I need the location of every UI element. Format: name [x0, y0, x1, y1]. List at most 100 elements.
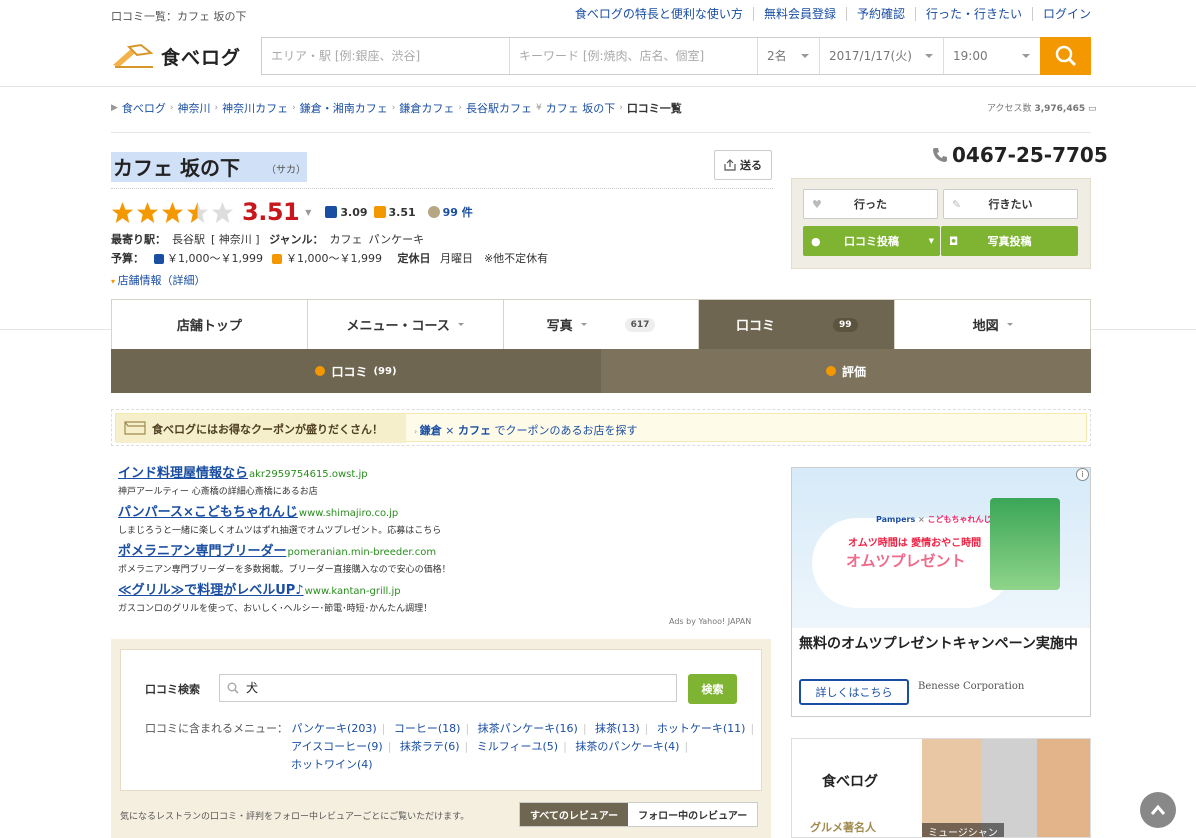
coupon-suffix[interactable]: でクーポンのあるお店を探す	[494, 424, 637, 437]
ad-info-icon[interactable]: i	[1076, 468, 1089, 481]
holiday-label: 定休日	[397, 252, 431, 265]
area-input[interactable]: エリア・駅 [例:銀座、渋谷]	[262, 38, 510, 74]
tabelog-logo[interactable]: 食べログ	[111, 41, 241, 71]
genre-value-2[interactable]: パンケーキ	[369, 233, 425, 246]
post-review-button[interactable]: ● 口コミ投稿 ▼	[803, 226, 940, 256]
banner2-caption: ミュージシャン	[922, 823, 1004, 837]
ad-url[interactable]: pomeranian.min-breeder.com	[287, 547, 436, 558]
station-value[interactable]: 長谷駅	[172, 233, 205, 246]
phone-value: 0467-25-7705	[952, 143, 1108, 167]
search-button[interactable]	[1040, 37, 1091, 75]
top-links: 食べログの特長と便利な使い方 無料会員登録 予約確認 行った・行きたい ログイン	[565, 7, 1091, 21]
filter-following-reviewers[interactable]: フォロー中のレビュアー	[628, 803, 758, 826]
menu-link[interactable]: パンケーキ(203)	[292, 722, 377, 735]
scroll-top-button[interactable]	[1140, 792, 1176, 828]
genre-value-1[interactable]: カフェ	[330, 233, 363, 246]
menu-link[interactable]: コーヒー(18)	[394, 722, 461, 735]
breadcrumb-item[interactable]: 長谷駅カフェ	[466, 100, 532, 116]
menu-link[interactable]: ミルフィーユ(5)	[477, 740, 558, 753]
post-photo-label: 写真投稿	[987, 235, 1032, 248]
menu-link[interactable]: 抹茶(13)	[595, 722, 640, 735]
coupon-genre[interactable]: カフェ	[458, 424, 491, 437]
coupon-banner[interactable]: 食べログにはお得なクーポンが盛りだくさん！ › 鎌倉 × カフェ でクーポンのあ…	[111, 409, 1091, 446]
coupon-area[interactable]: 鎌倉	[420, 424, 442, 437]
time-select[interactable]: 19:00	[944, 38, 1040, 74]
tab-menu[interactable]: メニュー・コース	[307, 300, 504, 349]
detail-link[interactable]: ▾ 店舗情報（詳細）	[111, 272, 1091, 288]
banner-ad-celebrity[interactable]: 食べログ グルメ著名人 ミュージシャン	[791, 738, 1091, 838]
breadcrumb-item[interactable]: 食べログ	[122, 100, 166, 116]
chevron-up-icon	[1150, 804, 1166, 815]
breadcrumb-item[interactable]: 神奈川	[178, 100, 211, 116]
date-select[interactable]: 2017/1/17(火)	[820, 38, 944, 74]
star-icon	[136, 201, 159, 223]
ad-title[interactable]: パンパース×こどもちゃれんじ	[118, 505, 298, 520]
link-went-want[interactable]: 行った・行きたい	[914, 7, 1032, 21]
ad-desc: しまじろうと一緒に楽しくオムツはずれ抽選でオムツプレゼント。応募はこちら	[118, 526, 442, 536]
keyword-input[interactable]: キーワード [例:焼肉、店名、個室]	[510, 38, 758, 74]
chevron-down-icon[interactable]: ▼	[305, 208, 311, 217]
review-search-input[interactable]: 犬	[219, 674, 677, 702]
ad-title[interactable]: ≪グリル≫で料理がレベルUP♪	[118, 583, 304, 598]
subtab-ratings[interactable]: 評価	[601, 349, 1091, 393]
menu-link[interactable]: ホットワイン(4)	[291, 758, 373, 771]
breadcrumb-chevron-icon: ›	[458, 103, 462, 113]
went-button[interactable]: ♥ 行った	[803, 189, 938, 219]
ad-item[interactable]: インド料理屋情報ならakr2959754615.owst.jp 神戸アールティー…	[118, 462, 778, 497]
ad-url[interactable]: akr2959754615.owst.jp	[249, 469, 368, 480]
review-search-button[interactable]: 検索	[688, 674, 737, 704]
coupon-times: ×	[445, 424, 455, 437]
link-login[interactable]: ログイン	[1031, 7, 1091, 21]
post-photo-button[interactable]: ◘ 写真投稿	[941, 226, 1078, 256]
breadcrumb-item[interactable]: 鎌倉カフェ	[399, 100, 454, 116]
menu-link[interactable]: 抹茶のパンケーキ(4)	[575, 740, 679, 753]
want-button[interactable]: ✎ 行きたい	[943, 189, 1078, 219]
top-bar: 口コミ一覧：カフェ 坂の下 食べログの特長と便利な使い方 無料会員登録 予約確認…	[111, 7, 1091, 24]
menu-link[interactable]: アイスコーヒー(9)	[291, 740, 383, 753]
reviewer-filter: すべてのレビュアー フォロー中のレビュアー	[519, 802, 759, 827]
subtab-reviews[interactable]: 口コミ (99)	[111, 349, 601, 393]
tab-photo[interactable]: 写真 617	[503, 300, 700, 349]
ad-item[interactable]: ポメラニアン専門ブリーダーpomeranian.min-breeder.com …	[118, 540, 778, 575]
filter-all-reviewers[interactable]: すべてのレビュアー	[520, 803, 629, 826]
ad-title[interactable]: ポメラニアン専門ブリーダー	[118, 544, 286, 559]
send-button[interactable]: 送る	[714, 150, 772, 180]
tab-top[interactable]: 店舗トップ	[112, 300, 308, 349]
breadcrumb-item[interactable]: カフェ 坂の下	[546, 100, 616, 116]
menu-link[interactable]: 抹茶ラテ(6)	[400, 740, 460, 753]
breadcrumb-item[interactable]: 鎌倉・湘南カフェ	[300, 100, 388, 116]
crumb-divider	[111, 132, 1091, 133]
fork-icon: ¥	[535, 103, 542, 113]
ad-url[interactable]: www.shimajiro.co.jp	[299, 508, 398, 519]
ad-title[interactable]: インド料理屋情報なら	[118, 466, 248, 481]
banner-copy-2: オムツプレゼント	[846, 552, 966, 570]
budget-lunch: ￥1,000～￥1,999	[285, 252, 382, 265]
ad-url[interactable]: www.kantan-grill.jp	[305, 586, 401, 597]
banner-company: Benesse Corporation	[918, 681, 1025, 692]
banner-ad-pampers[interactable]: Pampers × こどもちゃれんじ オムツ時間は 愛情おやこ時間 オムツプレゼ…	[791, 467, 1091, 717]
breadcrumb-chevron-icon: ›	[214, 103, 219, 113]
link-register[interactable]: 無料会員登録	[752, 7, 846, 21]
review-count-value: 99 件	[442, 206, 473, 219]
link-features[interactable]: 食べログの特長と便利な使い方	[565, 7, 753, 21]
ad-item[interactable]: パンパース×こどもちゃれんじwww.shimajiro.co.jp しまじろうと…	[118, 501, 778, 536]
sun-icon	[272, 254, 283, 264]
coupon-icon	[124, 421, 146, 435]
menu-link[interactable]: ホットケーキ(11)	[657, 722, 746, 735]
breadcrumb-chevron-icon: ›	[619, 103, 623, 113]
pin-icon: ✎	[952, 197, 962, 211]
banner-more-button[interactable]: 詳しくはこちら	[799, 679, 909, 705]
ad-item[interactable]: ≪グリル≫で料理がレベルUP♪www.kantan-grill.jp ガスコンロ…	[118, 579, 778, 614]
tab-map[interactable]: 地図	[895, 300, 1090, 349]
header: 食べログ エリア・駅 [例:銀座、渋谷] キーワード [例:焼肉、店名、個室] …	[111, 37, 1091, 75]
station-label: 最寄り駅：	[111, 233, 166, 246]
breadcrumb-item[interactable]: 神奈川カフェ	[222, 100, 288, 116]
tab-reviews[interactable]: 口コミ 99	[699, 300, 896, 349]
people-select[interactable]: 2名	[758, 38, 820, 74]
review-count[interactable]: 99 件	[427, 204, 473, 220]
menu-link[interactable]: 抹茶パンケーキ(16)	[478, 722, 578, 735]
dinner-score: 3.09	[325, 206, 368, 219]
ads-by-label[interactable]: Ads by Yahoo! JAPAN	[669, 617, 751, 626]
link-reservation[interactable]: 予約確認	[845, 7, 915, 21]
breadcrumb-chevron-icon: ›	[391, 103, 396, 113]
